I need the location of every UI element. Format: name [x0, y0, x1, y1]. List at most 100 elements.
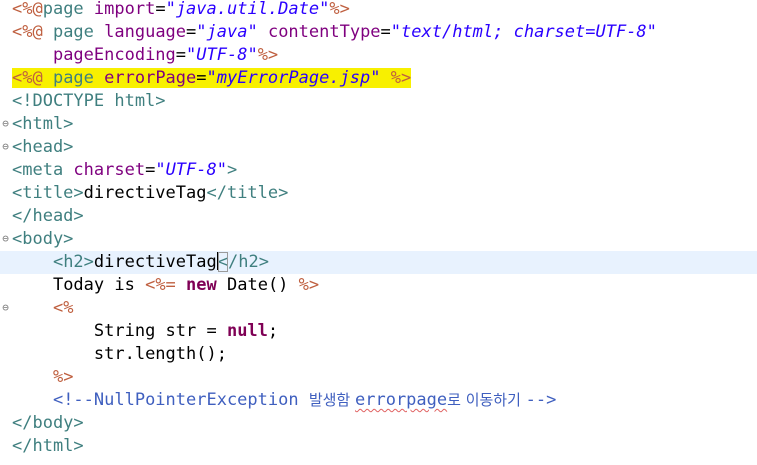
code-line[interactable]: pageEncoding="UTF-8"%> — [0, 44, 757, 67]
code-token: <%@ — [12, 0, 43, 19]
line-code: <title>directiveTag</title> — [12, 182, 288, 205]
code-line[interactable]: <meta charset="UTF-8"> — [0, 159, 757, 182]
code-token: <title> — [12, 183, 84, 203]
code-token: new — [186, 275, 217, 295]
line-code: </body> — [12, 412, 84, 435]
code-token: </body> — [12, 413, 84, 433]
code-line[interactable]: ⊖ <% — [0, 297, 757, 320]
code-token: Today is — [52, 275, 146, 295]
collapse-minus-icon[interactable]: ⊖ — [0, 228, 11, 251]
line-code: <% — [12, 297, 73, 320]
code-token: language — [104, 22, 187, 42]
code-token: page — [42, 0, 94, 19]
code-line[interactable]: <title>directiveTag</title> — [0, 182, 757, 205]
code-editor[interactable]: <%@page import="java.util.Date"%> <%@ pag… — [0, 0, 757, 465]
code-token: page — [42, 22, 105, 42]
code-token: directiveTag — [83, 183, 207, 203]
code-token: <h2> — [52, 252, 94, 272]
code-token: %> — [52, 367, 74, 387]
code-token: charset — [73, 160, 146, 180]
code-line[interactable]: </html> — [0, 435, 757, 458]
code-token: directiveTag — [93, 252, 217, 272]
line-code: <html> — [12, 113, 73, 136]
code-token: "java.util.Date" — [165, 0, 330, 19]
line-code: <meta charset="UTF-8"> — [12, 159, 237, 182]
code-line[interactable]: <!--NullPointerException 발생함 errorpage로 … — [0, 389, 757, 412]
code-token: "java" — [196, 22, 258, 42]
code-line[interactable]: ⊖ <body> — [0, 228, 757, 251]
code-token: str.length(); — [93, 344, 227, 364]
code-token: <!DOCTYPE html> — [12, 91, 166, 111]
code-line[interactable]: ⊖ <html> — [0, 113, 757, 136]
code-token: --> — [525, 390, 557, 410]
code-token: /h2> — [227, 252, 269, 272]
code-token: = — [196, 68, 207, 88]
code-token: Date() — [216, 275, 299, 295]
code-line[interactable]: Today is <%= new Date() %> — [0, 274, 757, 297]
code-line[interactable]: str.length(); — [0, 343, 757, 366]
code-line[interactable]: <%@ page errorPage="myErrorPage.jsp" %> — [0, 67, 757, 90]
line-code: Today is <%= new Date() %> — [12, 274, 319, 297]
code-token: <html> — [12, 114, 74, 134]
code-token: = — [155, 0, 166, 19]
code-token: contentType — [267, 22, 381, 42]
code-token: = — [145, 160, 156, 180]
code-token: = — [175, 45, 187, 65]
code-line[interactable]: <h2>directiveTag</h2> — [0, 251, 757, 274]
line-code: </head> — [12, 205, 84, 228]
code-token: %> — [298, 275, 320, 295]
code-token: %> — [257, 45, 279, 65]
code-token: 발생함 — [308, 391, 355, 409]
code-token: </title> — [206, 183, 289, 203]
code-line[interactable]: %> — [0, 366, 757, 389]
code-line[interactable]: <%@ page language="java" contentType="te… — [0, 21, 757, 44]
code-token: "text/html; charset=UTF-8" — [390, 22, 657, 42]
line-code: </html> — [12, 435, 84, 458]
code-line[interactable]: ⊖ <head> — [0, 136, 757, 159]
code-line[interactable]: <!DOCTYPE html> — [0, 90, 757, 113]
code-token: = — [186, 22, 197, 42]
line-code: <%@page import="java.util.Date"%> — [12, 0, 350, 21]
line-code: <!--NullPointerException 발생함 errorpage로 … — [12, 389, 556, 412]
code-token: "UTF-8" — [155, 160, 227, 180]
code-token: "myErrorPage.jsp" — [206, 68, 381, 88]
code-token: < — [217, 252, 228, 272]
code-token: import — [93, 0, 156, 19]
collapse-minus-icon[interactable]: ⊖ — [0, 136, 11, 159]
code-token: errorpage — [355, 390, 448, 410]
collapse-minus-icon[interactable]: ⊖ — [0, 297, 11, 320]
line-code: <%@ page errorPage="myErrorPage.jsp" %> — [12, 67, 412, 90]
code-line[interactable]: String str = null; — [0, 320, 757, 343]
code-token: String str = — [93, 321, 227, 341]
line-code: <%@ page language="java" contentType="te… — [12, 21, 657, 44]
code-token: <head> — [12, 137, 74, 157]
code-token: </html> — [12, 436, 84, 456]
code-token: = — [380, 22, 391, 42]
code-token: </head> — [12, 206, 84, 226]
code-token: > — [226, 160, 238, 180]
code-token: <!--NullPointerException — [52, 390, 309, 410]
code-token: <% — [52, 298, 74, 318]
code-token: 로 이동하기 — [447, 391, 526, 409]
collapse-minus-icon[interactable]: ⊖ — [0, 113, 11, 136]
line-code: <body> — [12, 228, 73, 251]
search-highlight: <%@ page errorPage="myErrorPage.jsp" %> — [12, 68, 412, 88]
code-token: %> — [329, 0, 350, 19]
code-line[interactable]: </body> — [0, 412, 757, 435]
code-token: <%@ — [12, 22, 43, 42]
line-code: String str = null; — [12, 320, 278, 343]
code-token: "UTF-8" — [186, 45, 258, 65]
code-line[interactable]: <%@page import="java.util.Date"%> — [0, 0, 757, 21]
code-token: errorPage — [104, 68, 197, 88]
code-token: ; — [267, 321, 279, 341]
code-token: <meta — [12, 160, 74, 180]
code-line[interactable]: </head> — [0, 205, 757, 228]
